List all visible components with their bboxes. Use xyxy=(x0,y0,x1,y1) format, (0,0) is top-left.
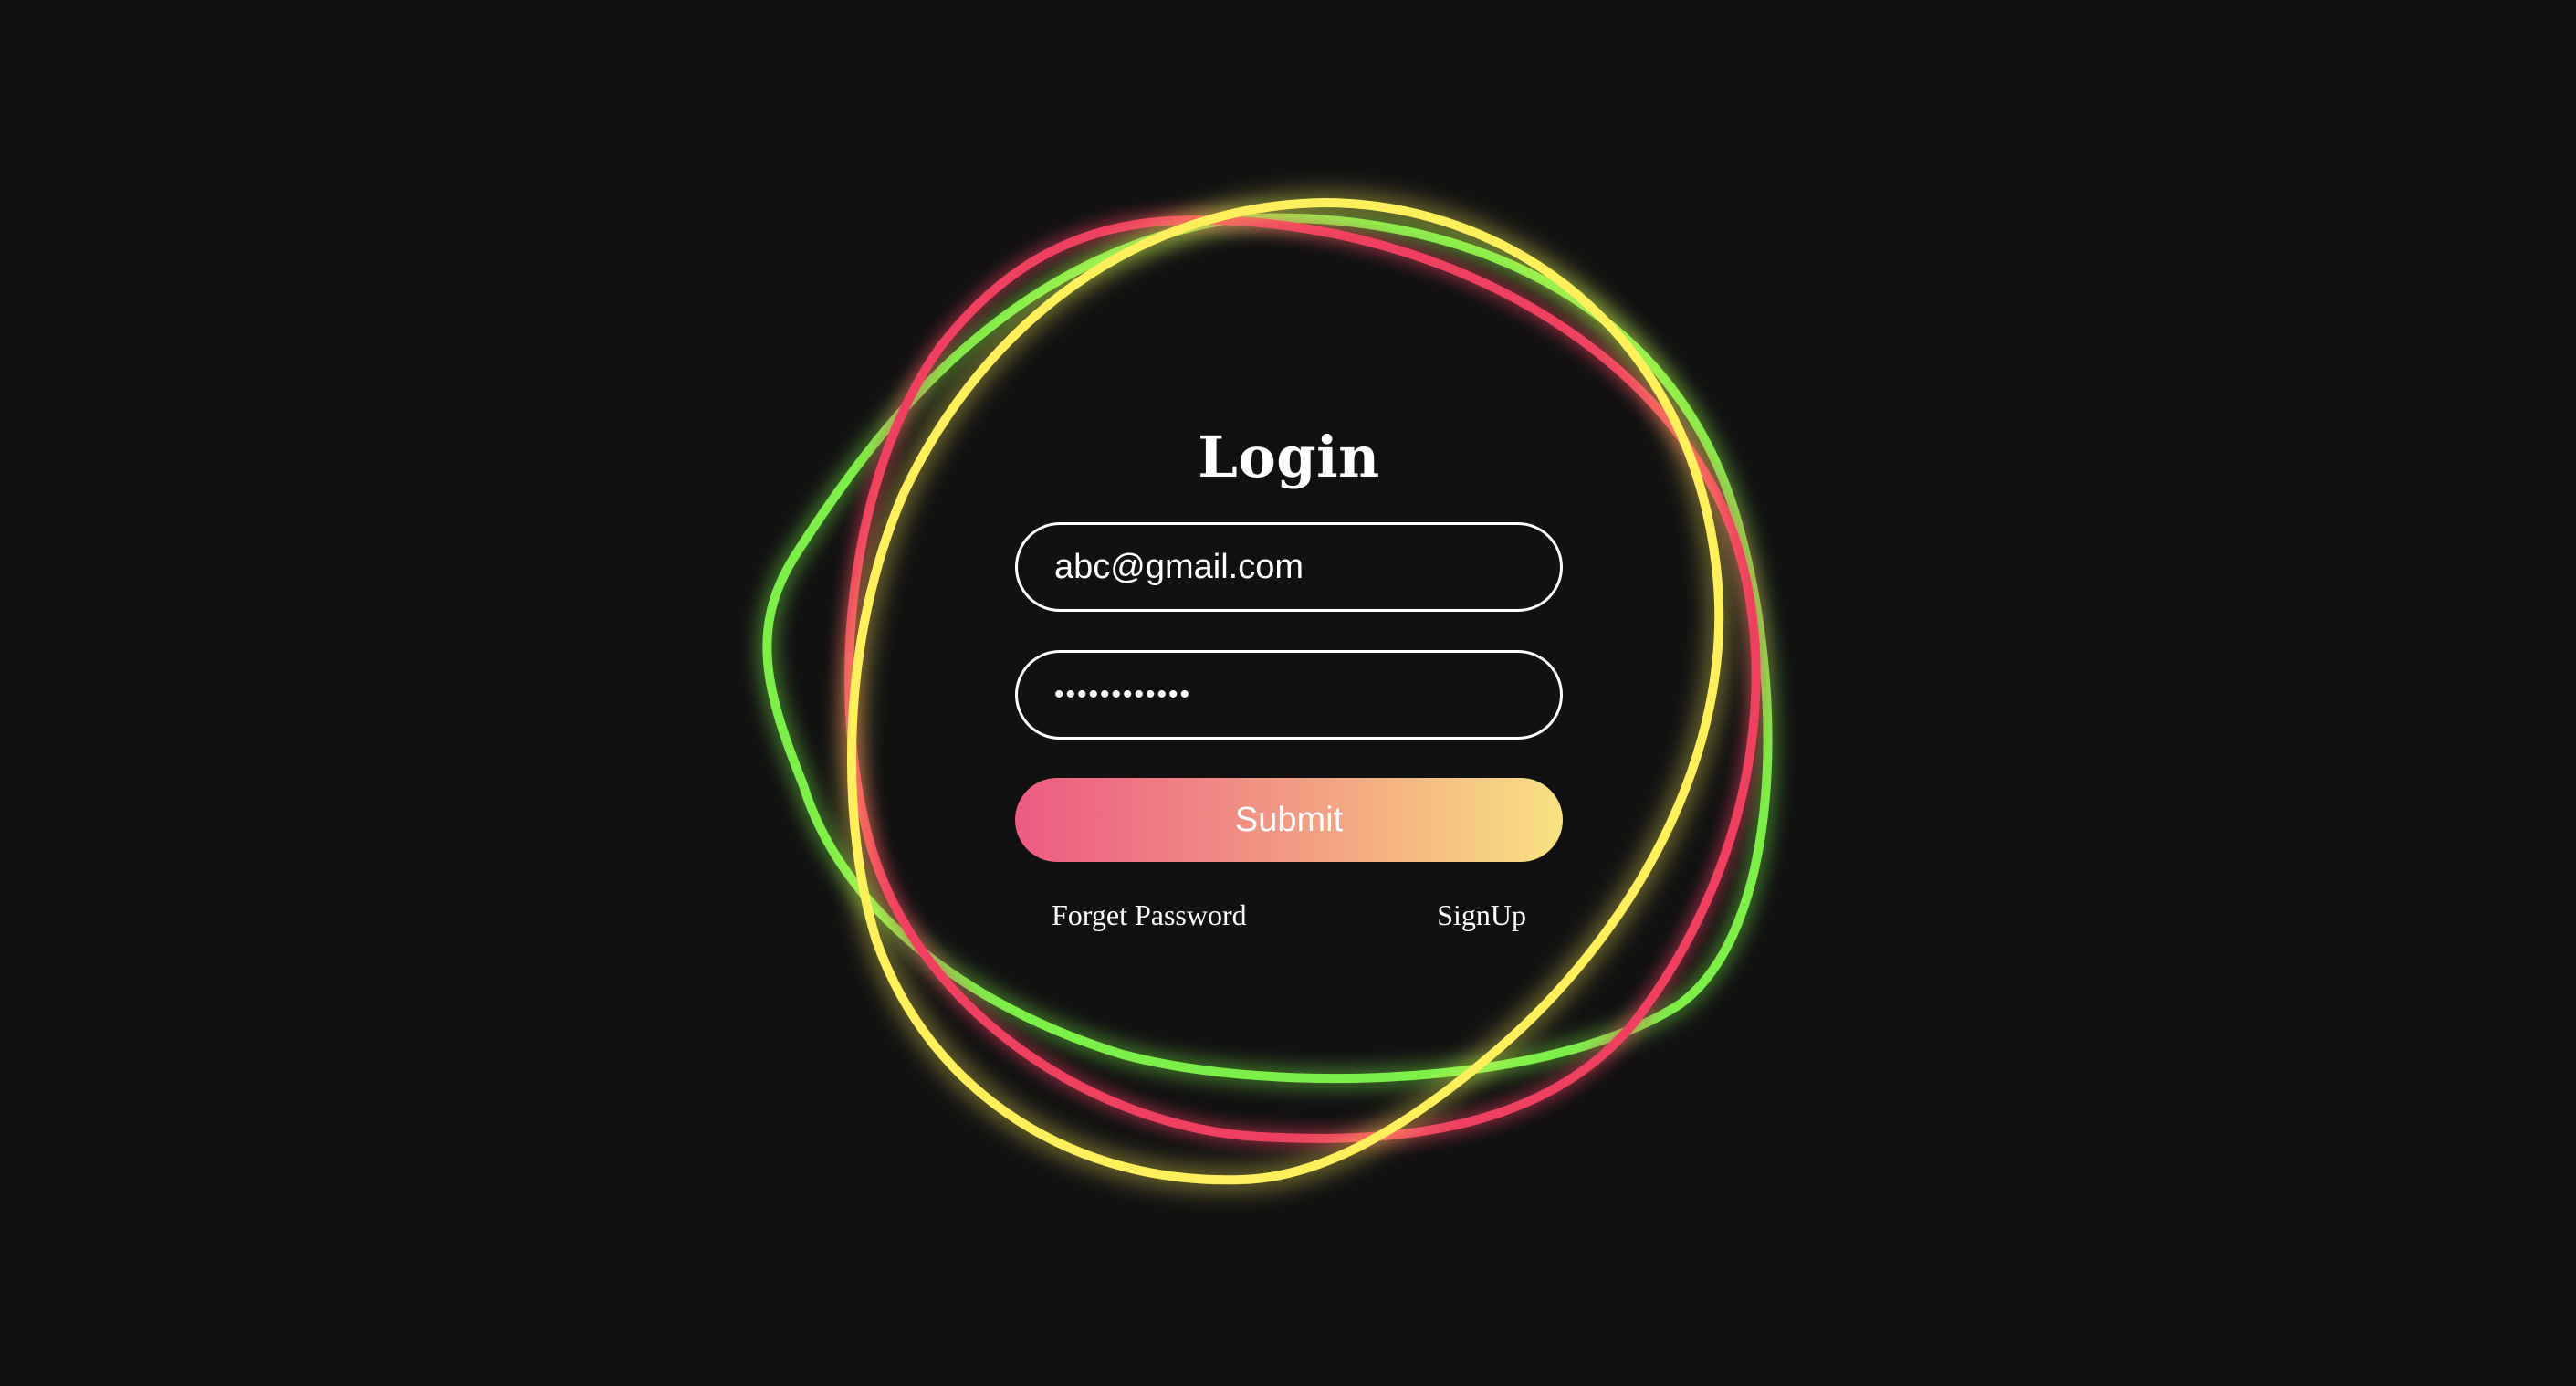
forget-password-link[interactable]: Forget Password xyxy=(1052,898,1247,932)
login-title: Login xyxy=(1198,424,1380,490)
submit-button[interactable]: Submit xyxy=(1015,778,1563,862)
signup-link[interactable]: SignUp xyxy=(1437,898,1526,932)
page-background: Login Submit Forget Password SignUp xyxy=(0,0,2576,1386)
password-field[interactable] xyxy=(1015,650,1563,740)
email-field[interactable] xyxy=(1015,522,1563,612)
login-form: Login Submit Forget Password SignUp xyxy=(1015,429,1563,932)
auth-links: Forget Password SignUp xyxy=(1052,898,1526,932)
